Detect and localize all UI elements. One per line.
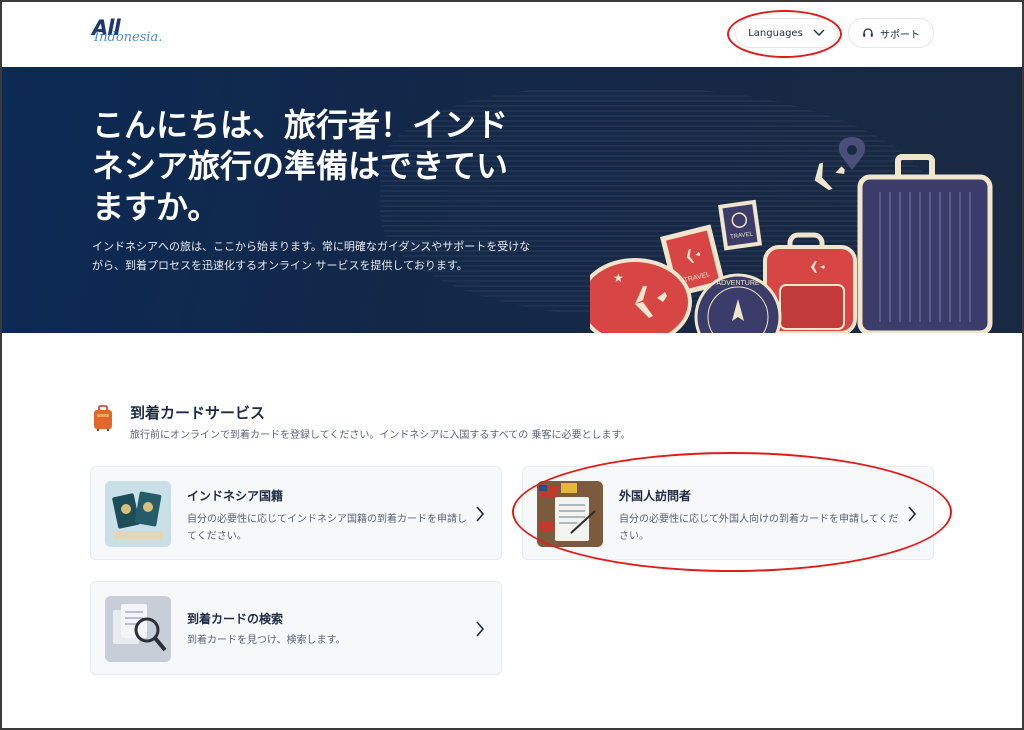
hero-title: こんにちは、旅行者！インドネシア旅行の準備はできていますか。 xyxy=(92,106,509,226)
visa-form-thumbnail xyxy=(537,481,603,547)
passport-image xyxy=(105,481,171,547)
hero-description: インドネシアへの旅は、ここから始まります。常に明確なガイダンスやサポートを受けな… xyxy=(92,240,531,272)
travel-illustration: TRAVEL TRAVEL ★ ADVENTURE xyxy=(590,137,993,333)
card-description: 自分の必要性に応じて外国人向けの到着カードを申請してください。 xyxy=(619,514,899,542)
magnifier-image xyxy=(105,596,171,662)
support-button[interactable]: サポート xyxy=(848,18,934,48)
all-indonesia-logo[interactable]: All Indonesia. xyxy=(92,16,172,50)
support-label: サポート xyxy=(880,29,920,41)
card-title: インドネシア国籍 xyxy=(187,489,284,503)
card-foreign-visitor[interactable]: 外国人訪問者 自分の必要性に応じて外国人向けの到着カードを申請してください。 xyxy=(522,466,934,560)
section-title: 到着カードサービス xyxy=(130,404,266,422)
airplane-badge: ★ xyxy=(590,258,692,333)
chevron-right-icon xyxy=(476,506,485,522)
card-description: 到着カードを見つけ、検索します。 xyxy=(187,635,346,646)
languages-button[interactable]: Languages xyxy=(735,18,838,48)
suitcase-large-icon xyxy=(857,154,993,333)
headset-icon xyxy=(863,28,873,37)
svg-text:★: ★ xyxy=(613,271,624,285)
logo-sub-text: Indonesia. xyxy=(94,30,163,45)
chevron-right-icon xyxy=(476,621,485,637)
travel-stamp-small: TRAVEL xyxy=(718,199,763,251)
visa-form-image xyxy=(537,481,603,547)
card-title: 外国人訪問者 xyxy=(619,489,692,503)
site-header: All Indonesia. Languages サポート xyxy=(0,0,1024,67)
card-indonesian-citizen[interactable]: インドネシア国籍 自分の必要性に応じてインドネシア国籍の到着カードを申請してくだ… xyxy=(90,466,502,560)
chevron-right-icon xyxy=(908,506,917,522)
section-subtitle: 旅行前にオンラインで到着カードを登録してください。インドネシアに入国するすべての… xyxy=(130,430,631,441)
search-thumbnail xyxy=(105,596,171,662)
card-title: 到着カードの検索 xyxy=(187,612,284,626)
card-description: 自分の必要性に応じてインドネシア国籍の到着カードを申請してください。 xyxy=(187,514,467,542)
languages-label: Languages xyxy=(748,27,803,39)
location-pin-icon xyxy=(838,137,866,170)
passport-thumbnail xyxy=(105,481,171,547)
suitcase-icon xyxy=(94,405,112,431)
chevron-down-icon xyxy=(813,29,825,36)
card-search-arrival-card[interactable]: 到着カードの検索 到着カードを見つけ、検索します。 xyxy=(90,581,502,675)
airplane-icon xyxy=(797,162,845,191)
svg-text:ADVENTURE: ADVENTURE xyxy=(716,280,760,287)
